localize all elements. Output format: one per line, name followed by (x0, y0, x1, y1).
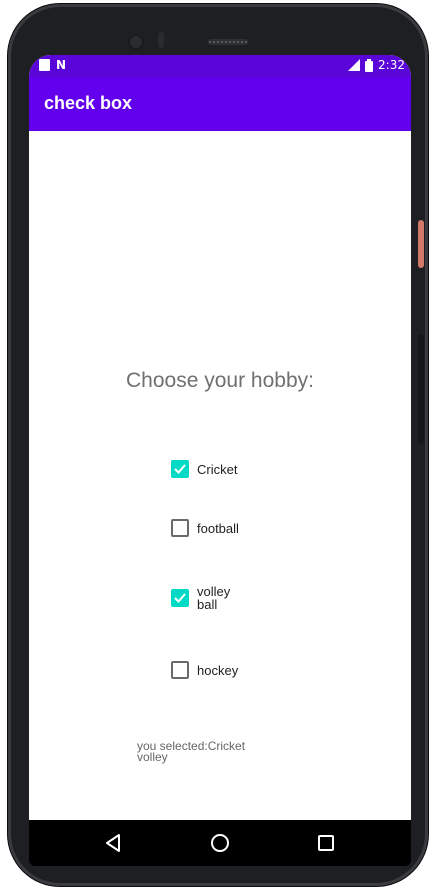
checkbox-label: volley ball (197, 584, 231, 612)
status-time: 2:32 (378, 58, 405, 72)
status-bar: N 2:32 (29, 55, 411, 77)
checkbox-hockey[interactable]: hockey (171, 661, 257, 679)
sim-card-icon (39, 59, 50, 71)
checkbox-unchecked-icon[interactable] (171, 519, 189, 537)
checkbox-unchecked-icon[interactable] (171, 661, 189, 679)
checkbox-checked-icon[interactable] (171, 589, 189, 607)
checkbox-checked-icon[interactable] (171, 460, 189, 478)
battery-icon (365, 58, 374, 72)
signal-icon (348, 59, 361, 71)
home-icon[interactable] (208, 831, 232, 855)
navigation-bar (29, 820, 411, 866)
app-screen: N 2:32 check box Choose your hobby: Cric… (29, 55, 411, 820)
front-camera-icon (130, 36, 142, 48)
hobby-heading: Choose your hobby: (126, 369, 314, 392)
checkbox-volleyball[interactable]: volley ball (171, 584, 257, 612)
power-button[interactable] (418, 220, 424, 268)
volume-button[interactable] (418, 334, 424, 444)
n-notification-icon: N (56, 58, 67, 72)
earpiece-speaker (208, 39, 248, 45)
checkbox-label: hockey (197, 663, 239, 678)
checkbox-label: football (197, 521, 239, 536)
checkbox-cricket[interactable]: Cricket (171, 460, 257, 478)
back-icon[interactable] (102, 831, 126, 855)
checkbox-label: Cricket (197, 462, 238, 477)
app-title: check box (44, 93, 133, 113)
sensor-icon (158, 32, 164, 48)
result-text: you selected:Cricket volley (137, 741, 246, 764)
checkbox-football[interactable]: football (171, 519, 257, 537)
app-bar: check box (29, 77, 411, 131)
recents-icon[interactable] (314, 831, 338, 855)
